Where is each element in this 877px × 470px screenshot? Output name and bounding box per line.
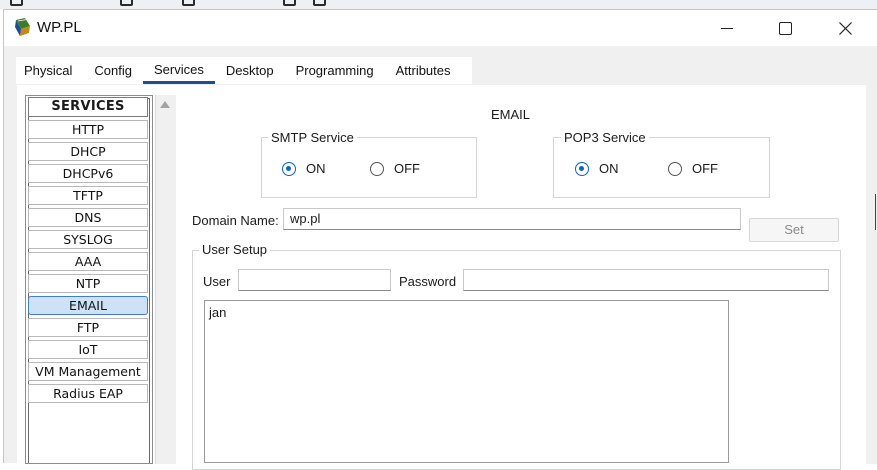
pop3-on-option[interactable]: ON (575, 161, 619, 176)
tab-bar: Physical Config Services Desktop Program… (13, 57, 462, 84)
minimize-button[interactable] (698, 10, 756, 46)
close-button[interactable] (816, 10, 874, 46)
user-input[interactable] (238, 269, 391, 291)
user-list[interactable]: jan (204, 300, 729, 463)
service-item-aaa[interactable]: AAA (28, 252, 148, 271)
pop3-on-label: ON (599, 161, 619, 176)
service-item-dhcp[interactable]: DHCP (28, 142, 148, 161)
server-app-icon (15, 18, 30, 36)
smtp-off-radio[interactable] (370, 161, 384, 176)
smtp-off-option[interactable]: OFF (370, 161, 420, 176)
set-domain-button[interactable]: Set (749, 218, 839, 242)
service-item-ntp[interactable]: NTP (28, 274, 148, 293)
service-item-radius-eap[interactable]: Radius EAP (28, 384, 148, 403)
pop3-off-option[interactable]: OFF (668, 161, 718, 176)
pop3-off-radio[interactable] (668, 161, 682, 176)
maximize-button[interactable] (756, 10, 814, 46)
maximize-icon (778, 21, 792, 35)
pop3-on-radio[interactable] (575, 161, 589, 176)
services-list: SERVICES HTTP DHCP DHCPv6 TFTP DNS SYSLO… (25, 95, 153, 464)
scroll-up-arrow-icon[interactable] (160, 101, 170, 108)
user-label: User (203, 274, 231, 289)
smtp-on-radio[interactable] (282, 161, 296, 176)
smtp-on-label: ON (306, 161, 326, 176)
background-toolbar-strip (0, 0, 877, 9)
window-title: WP.PL (37, 19, 82, 36)
pop3-off-label: OFF (692, 161, 718, 176)
smtp-service-legend: SMTP Service (268, 130, 357, 145)
toolbar-icon (283, 0, 296, 6)
password-label: Password (399, 274, 457, 289)
tab-programming[interactable]: Programming (285, 57, 385, 84)
service-item-vm-management[interactable]: VM Management (28, 362, 148, 381)
tab-desktop[interactable]: Desktop (215, 57, 285, 84)
service-item-tftp[interactable]: TFTP (28, 186, 148, 205)
service-item-dns[interactable]: DNS (28, 208, 148, 227)
service-item-ftp[interactable]: FTP (28, 318, 148, 337)
tab-services[interactable]: Services (143, 57, 215, 84)
pop3-service-legend: POP3 Service (561, 130, 649, 145)
domain-name-label: Domain Name: (192, 213, 279, 228)
close-icon (838, 21, 852, 35)
email-section-title: EMAIL (491, 107, 531, 122)
service-item-dhcpv6[interactable]: DHCPv6 (28, 164, 148, 183)
service-item-http[interactable]: HTTP (28, 120, 148, 139)
title-bar[interactable]: WP.PL (4, 10, 877, 46)
services-list-header: SERVICES (28, 97, 148, 117)
toolbar-icon (313, 0, 326, 6)
services-scrollbar[interactable] (155, 95, 176, 464)
toolbar-icon (182, 0, 195, 6)
window-side-edge (866, 85, 877, 464)
service-item-syslog[interactable]: SYSLOG (28, 230, 148, 249)
service-item-email[interactable]: EMAIL (28, 296, 148, 315)
tab-attributes[interactable]: Attributes (385, 57, 462, 84)
toolbar-icon (120, 0, 133, 6)
toolbar-icon (10, 0, 23, 6)
list-item[interactable]: jan (209, 305, 724, 320)
tab-physical[interactable]: Physical (13, 57, 83, 84)
service-item-iot[interactable]: IoT (28, 340, 148, 359)
password-input[interactable] (463, 269, 829, 291)
smtp-on-option[interactable]: ON (282, 161, 326, 176)
user-setup-legend: User Setup (199, 242, 271, 257)
device-window: WP.PL Physical Config Services Desktop P… (3, 9, 877, 470)
minimize-icon (721, 27, 733, 29)
tab-config[interactable]: Config (83, 57, 143, 84)
smtp-off-label: OFF (394, 161, 420, 176)
domain-name-input[interactable]: wp.pl (283, 208, 741, 230)
